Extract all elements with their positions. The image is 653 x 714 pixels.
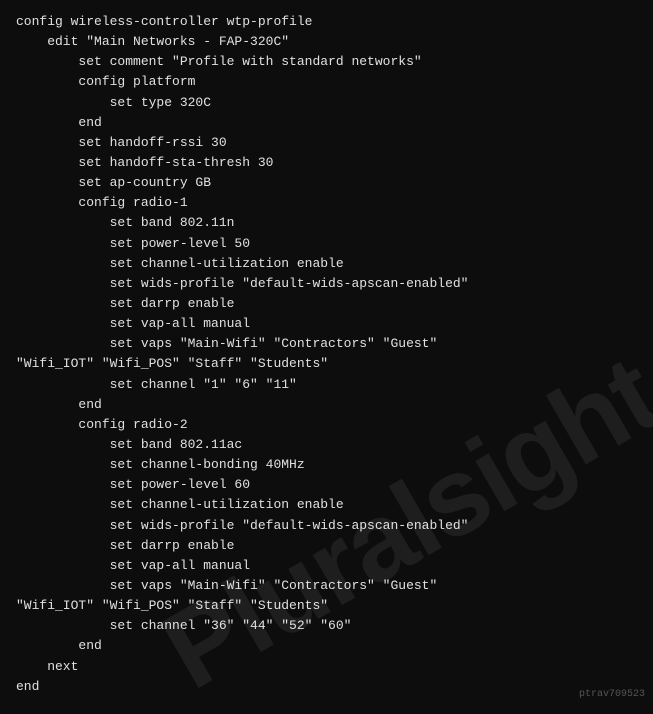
code-block: config wireless-controller wtp-profile e… — [0, 0, 653, 709]
id-label: ptrav709523 — [579, 689, 645, 700]
